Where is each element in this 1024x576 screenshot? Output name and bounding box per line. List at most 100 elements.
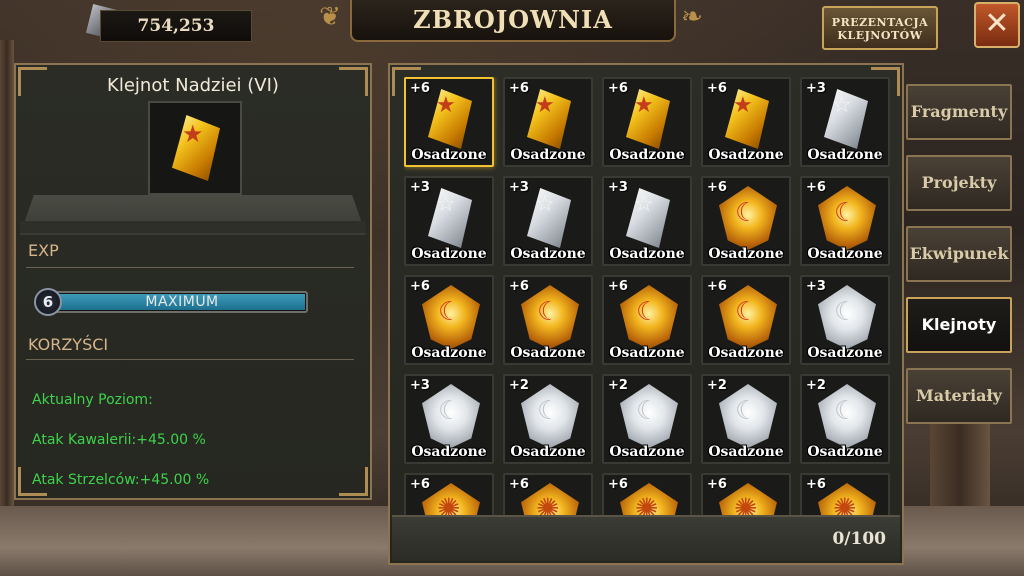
gem-level: +6 xyxy=(707,180,727,195)
exp-label: EXP xyxy=(28,241,59,260)
tab-projekty[interactable]: Projekty xyxy=(906,155,1012,211)
gem-presentation-button[interactable]: PREZENTACJA KLEJNOTÓW xyxy=(822,6,938,50)
gem-status: Osadzone xyxy=(609,345,685,361)
tab-klejnoty[interactable]: Klejnoty xyxy=(906,297,1012,353)
currency-value: 754,253 xyxy=(137,16,215,36)
close-button[interactable]: ✕ xyxy=(974,2,1020,48)
gem-slot[interactable]: ✺ +6 xyxy=(701,473,791,517)
gem-status: Osadzone xyxy=(609,147,685,163)
gem-slot[interactable]: ☾ +6 Osadzone xyxy=(701,275,791,365)
gem-slot[interactable]: ☾ +2 Osadzone xyxy=(701,374,791,464)
gem-level: +2 xyxy=(707,378,727,393)
gem-status: Osadzone xyxy=(510,246,586,262)
tab-fragmenty[interactable]: Fragmenty xyxy=(906,84,1012,140)
gem-level: +6 xyxy=(806,477,826,492)
gem-slot[interactable]: ★ +6 Osadzone xyxy=(503,77,593,167)
gem-grid[interactable]: ★ +6 Osadzone ★ +6 Osadzone ★ +6 Osadzone ★ +6 Osad… xyxy=(404,77,894,517)
gem-level: +6 xyxy=(707,477,727,492)
page-title-plate: ZBROJOWNIA xyxy=(350,0,676,42)
divider xyxy=(26,267,354,268)
moon-emblem-icon: ☾ xyxy=(834,198,858,228)
gem-slot[interactable]: ☾ +3 Osadzone xyxy=(800,275,890,365)
gem-slot[interactable]: ✺ +6 xyxy=(602,473,692,517)
gem-slot[interactable]: ★ +6 Osadzone xyxy=(602,77,692,167)
gem-slot[interactable]: ☾ +6 Osadzone xyxy=(404,275,494,365)
gem-level: +6 xyxy=(509,477,529,492)
gem-slot[interactable]: ☆ +3 Osadzone xyxy=(503,176,593,266)
gem-level: +6 xyxy=(707,81,727,96)
moon-emblem-icon: ☾ xyxy=(834,297,858,327)
gem-slot[interactable]: ✺ +6 xyxy=(404,473,494,517)
gem-level: +2 xyxy=(806,378,826,393)
gem-slot[interactable]: ☾ +6 Osadzone xyxy=(503,275,593,365)
gem-level: +6 xyxy=(806,180,826,195)
gem-status: Osadzone xyxy=(807,147,883,163)
gem-level: +6 xyxy=(608,279,628,294)
gem-level: +3 xyxy=(410,378,430,393)
gem-level: +3 xyxy=(806,81,826,96)
sun-emblem-icon: ✺ xyxy=(536,492,560,518)
star-emblem-icon: ★ xyxy=(436,93,456,118)
level-status: MAXIMUM xyxy=(145,294,219,310)
star-emblem-icon: ★ xyxy=(733,93,753,118)
sun-emblem-icon: ✺ xyxy=(437,492,461,518)
gem-level: +3 xyxy=(806,279,826,294)
close-icon: ✕ xyxy=(984,6,1010,41)
divider xyxy=(26,359,354,360)
inventory-count: 0/100 xyxy=(832,529,886,549)
background-pillar xyxy=(0,40,14,520)
currency-display: 754,253 xyxy=(100,10,252,42)
gem-status: Osadzone xyxy=(411,444,487,460)
moon-emblem-icon: ☾ xyxy=(438,396,462,426)
gem-slot[interactable]: ☆ +3 Osadzone xyxy=(800,77,890,167)
gem-slot[interactable]: ☾ +2 Osadzone xyxy=(602,374,692,464)
gem-status: Osadzone xyxy=(807,246,883,262)
exp-progress-bar: MAXIMUM xyxy=(40,291,308,313)
gem-slot[interactable]: ☾ +6 Osadzone xyxy=(800,176,890,266)
gem-slot[interactable]: ☾ +2 Osadzone xyxy=(800,374,890,464)
gem-detail-panel: Klejnot Nadziei (VI) ★ EXP MAXIMUM 6 KOR… xyxy=(14,63,372,500)
page-title: ZBROJOWNIA xyxy=(413,5,613,34)
gem-level: +6 xyxy=(410,477,430,492)
sun-emblem-icon: ✺ xyxy=(734,492,758,518)
gem-level: +6 xyxy=(509,81,529,96)
corner-ornament xyxy=(339,467,368,496)
gem-level: +3 xyxy=(410,180,430,195)
current-level-label: Aktualny Poziom: xyxy=(32,392,153,408)
moon-emblem-icon: ☾ xyxy=(735,297,759,327)
gem-status: Osadzone xyxy=(609,444,685,460)
bonus-line: Atak Kawalerii:+45.00 % xyxy=(32,432,206,448)
star-emblem-icon: ☆ xyxy=(436,192,456,217)
gem-slot[interactable]: ☆ +3 Osadzone xyxy=(602,176,692,266)
gem-presentation-label: PREZENTACJA KLEJNOTÓW xyxy=(831,16,929,42)
gem-slot[interactable]: ☾ +6 Osadzone xyxy=(701,176,791,266)
gem-slot[interactable]: ☾ +6 Osadzone xyxy=(602,275,692,365)
gem-level: +2 xyxy=(509,378,529,393)
gem-slot[interactable]: ★ +6 Osadzone xyxy=(701,77,791,167)
gem-inventory-panel: ★ +6 Osadzone ★ +6 Osadzone ★ +6 Osadzone ★ +6 Osad… xyxy=(388,63,904,565)
inventory-footer: 0/100 xyxy=(392,515,900,561)
star-emblem-icon: ☆ xyxy=(634,192,654,217)
tab-label: Ekwipunek xyxy=(909,244,1009,263)
gem-slot[interactable]: ☾ +2 Osadzone xyxy=(503,374,593,464)
tab-materialy[interactable]: Materiały xyxy=(906,368,1012,424)
gem-status: Osadzone xyxy=(807,444,883,460)
gem-status: Osadzone xyxy=(708,345,784,361)
moon-emblem-icon: ☾ xyxy=(537,297,561,327)
gem-status: Osadzone xyxy=(411,345,487,361)
star-emblem-icon: ★ xyxy=(634,93,654,118)
gem-level: +2 xyxy=(608,378,628,393)
title-ornament-right-icon: ❧ xyxy=(681,2,703,32)
gem-slot[interactable]: ✺ +6 xyxy=(800,473,890,517)
star-emblem-icon: ☆ xyxy=(832,93,852,118)
bonus-line: Atak Strzelców:+45.00 % xyxy=(32,472,210,488)
gem-slot[interactable]: ✺ +6 xyxy=(503,473,593,517)
gem-slot[interactable]: ☆ +3 Osadzone xyxy=(404,176,494,266)
gem-status: Osadzone xyxy=(708,147,784,163)
gem-level: +6 xyxy=(608,81,628,96)
gem-slot[interactable]: ☾ +3 Osadzone xyxy=(404,374,494,464)
gem-status: Osadzone xyxy=(510,444,586,460)
tab-ekwipunek[interactable]: Ekwipunek xyxy=(906,226,1012,282)
gem-slot[interactable]: ★ +6 Osadzone xyxy=(404,77,494,167)
level-badge: 6 xyxy=(34,288,62,316)
